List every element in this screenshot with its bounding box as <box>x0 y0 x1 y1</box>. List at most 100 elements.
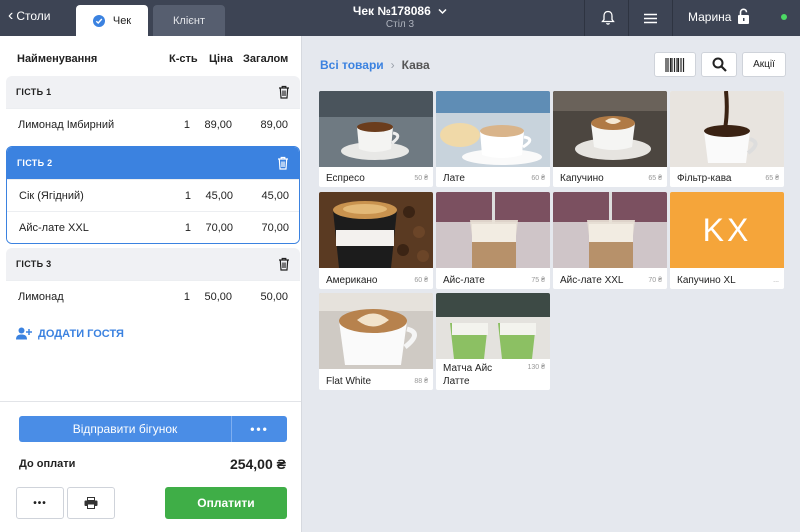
tab-check[interactable]: Чек <box>76 5 148 36</box>
item-name: Айс-лате XXL <box>19 222 89 234</box>
product-price: 130 ₴ <box>527 364 545 371</box>
trash-icon[interactable] <box>278 85 290 99</box>
item-price: 89,00 <box>204 119 232 131</box>
product-card[interactable]: Фільтр-кава 65 ₴ <box>670 91 784 187</box>
product-image-espresso <box>319 91 433 167</box>
product-card[interactable]: Капучино 65 ₴ <box>553 91 667 187</box>
tab-check-label: Чек <box>112 14 132 27</box>
product-price: 50 ₴ <box>414 175 428 182</box>
breadcrumb-all-products[interactable]: Всі товари <box>320 58 384 72</box>
product-name: Фільтр-кава <box>677 173 732 184</box>
product-name: Лате <box>443 173 465 184</box>
guest-card[interactable]: ГІСТЬ 1 Лимонад Імбирний 1 89,00 89,00 <box>6 76 300 140</box>
tab-client[interactable]: Клієнт <box>153 5 225 36</box>
item-qty: 1 <box>183 291 190 303</box>
product-image-flat-white <box>319 293 433 369</box>
item-total: 89,00 <box>260 119 288 131</box>
item-qty: 1 <box>183 119 190 131</box>
trash-icon[interactable] <box>278 257 290 271</box>
item-name: Сік (Ягідний) <box>19 190 84 202</box>
add-guest-button[interactable]: ДОДАТИ ГОСТЯ <box>16 327 124 340</box>
order-item-row[interactable]: Сік (Ягідний) 1 45,00 45,00 <box>7 179 299 211</box>
divider <box>628 0 629 36</box>
product-image-cappuccino <box>553 91 667 167</box>
pay-button[interactable]: Оплатити <box>165 487 287 519</box>
product-price: 65 ₴ <box>765 175 779 182</box>
print-button[interactable] <box>67 487 115 519</box>
more-dots: ••• <box>33 497 47 509</box>
add-user-icon <box>16 327 32 340</box>
product-image-iced-latte <box>436 192 550 268</box>
product-name: Еспресо <box>326 173 365 184</box>
product-name: Американо <box>326 275 378 286</box>
order-title[interactable]: Чек №178086 <box>310 4 490 18</box>
product-placeholder-tile: KX <box>670 192 784 268</box>
product-card[interactable]: KX Капучино XL ... <box>670 192 784 289</box>
add-guest-label: ДОДАТИ ГОСТЯ <box>38 327 124 340</box>
breadcrumb-current: Кава <box>401 58 430 72</box>
item-price: 45,00 <box>205 190 233 202</box>
product-card[interactable]: Flat White 88 ₴ <box>319 293 433 390</box>
column-header-qty: К-сть <box>169 53 198 65</box>
item-total: 50,00 <box>260 291 288 303</box>
divider <box>672 0 673 36</box>
product-name: Матча Айс Латте <box>443 363 493 387</box>
guest-header[interactable]: ГІСТЬ 2 <box>7 147 299 179</box>
product-card[interactable]: Айс-лате XXL 70 ₴ <box>553 192 667 289</box>
chevron-down-icon <box>438 8 447 15</box>
amount-due-label: До оплати <box>19 458 76 470</box>
guest-header[interactable]: ГІСТЬ 1 <box>6 76 300 108</box>
top-bar: ‹ Столи Чек Клієнт Чек №178086 Стіл 3 Ма… <box>0 0 800 36</box>
bell-icon[interactable] <box>598 8 618 28</box>
divider <box>0 401 301 402</box>
product-card[interactable]: Лате 60 ₴ <box>436 91 550 187</box>
send-options-button[interactable]: ••• <box>231 416 287 442</box>
product-card[interactable]: Американо 60 ₴ <box>319 192 433 289</box>
back-label: Столи <box>16 9 51 23</box>
product-image-latte <box>436 91 550 167</box>
search-button[interactable] <box>701 52 737 77</box>
product-name: Айс-лате <box>443 275 485 286</box>
order-panel: Найменування К-сть Ціна Загалом ГІСТЬ 1 … <box>0 36 302 532</box>
promotions-button[interactable]: Акції <box>742 52 786 77</box>
barcode-scan-button[interactable] <box>654 52 696 77</box>
product-price: 75 ₴ <box>531 277 545 284</box>
order-item-row[interactable]: Лимонад Імбирний 1 89,00 89,00 <box>6 108 300 140</box>
order-item-row[interactable]: Лимонад 1 50,00 50,00 <box>6 280 300 312</box>
item-name: Лимонад <box>18 291 64 303</box>
back-to-tables-button[interactable]: ‹ Столи <box>8 7 51 24</box>
menu-icon[interactable] <box>640 8 660 28</box>
more-options-button[interactable]: ••• <box>16 487 64 519</box>
item-price: 70,00 <box>205 222 233 234</box>
guest-label: ГІСТЬ 2 <box>17 158 53 168</box>
trash-icon[interactable] <box>277 156 289 170</box>
product-price: 88 ₴ <box>414 378 428 385</box>
product-price: 70 ₴ <box>648 277 662 284</box>
check-icon <box>92 14 105 27</box>
item-price: 50,00 <box>204 291 232 303</box>
product-image-filter-coffee <box>670 91 784 167</box>
guest-label: ГІСТЬ 3 <box>16 259 52 269</box>
product-price: 60 ₴ <box>531 175 545 182</box>
guest-card[interactable]: ГІСТЬ 3 Лимонад 1 50,00 50,00 <box>6 248 300 312</box>
send-runner-button[interactable]: Відправити бігунок <box>19 416 231 442</box>
product-image-americano <box>319 192 433 268</box>
user-menu[interactable]: Марина <box>688 10 731 24</box>
order-item-row[interactable]: Айс-лате XXL 1 70,00 70,00 <box>7 211 299 243</box>
amount-due-value: 254,00 ₴ <box>229 456 286 472</box>
table-subtitle: Стіл 3 <box>385 19 415 30</box>
user-name: Марина <box>688 10 732 24</box>
guest-card-selected[interactable]: ГІСТЬ 2 Сік (Ягідний) 1 45,00 45,00 Айс-… <box>6 146 300 244</box>
product-card[interactable]: Матча Айс Латте 130 ₴ <box>436 293 550 390</box>
product-card[interactable]: Айс-лате 75 ₴ <box>436 192 550 289</box>
printer-icon <box>84 497 98 509</box>
product-price: 65 ₴ <box>648 175 662 182</box>
column-header-total: Загалом <box>243 53 289 65</box>
online-status-indicator <box>781 14 787 20</box>
unlock-icon[interactable] <box>733 6 753 26</box>
order-number: Чек №178086 <box>352 4 431 18</box>
chevron-left-icon: ‹ <box>8 7 14 24</box>
guest-header[interactable]: ГІСТЬ 3 <box>6 248 300 280</box>
product-name: Капучино XL <box>677 275 736 286</box>
product-card[interactable]: Еспресо 50 ₴ <box>319 91 433 187</box>
